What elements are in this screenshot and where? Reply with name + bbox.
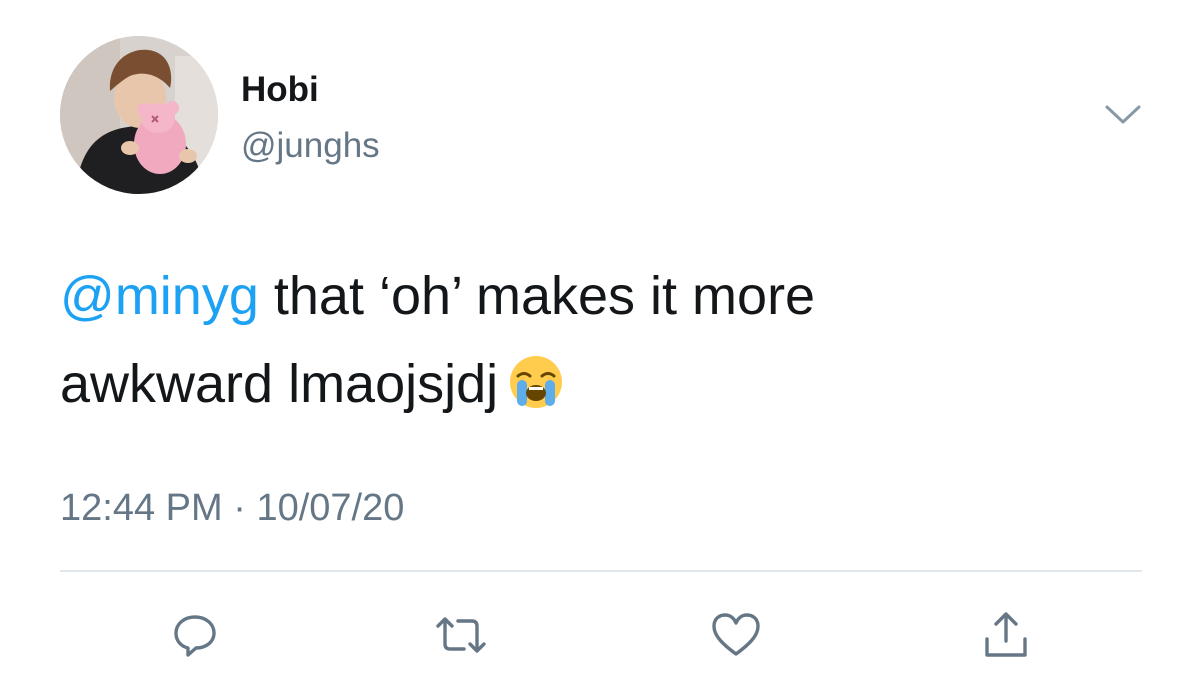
reply-icon bbox=[174, 615, 216, 657]
tweet-text-part-2: awkward lmaojsjdj bbox=[60, 354, 499, 414]
retweet-button[interactable] bbox=[431, 605, 491, 665]
share-button[interactable] bbox=[976, 605, 1036, 665]
tweet-line-1: @minyg that ‘oh’ makes it more bbox=[60, 252, 1140, 340]
avatar[interactable] bbox=[60, 36, 218, 194]
chevron-down-icon[interactable] bbox=[1104, 103, 1142, 127]
loudly-crying-face-icon bbox=[508, 348, 564, 408]
meta-separator: · bbox=[222, 487, 257, 529]
reply-button[interactable] bbox=[165, 605, 225, 665]
retweet-icon bbox=[436, 617, 486, 653]
tweet-text: @minyg that ‘oh’ makes it more awkward l… bbox=[60, 252, 1140, 428]
like-button[interactable] bbox=[706, 605, 766, 665]
like-icon bbox=[712, 613, 760, 656]
divider bbox=[60, 570, 1142, 572]
tweet-timestamp[interactable]: 12:44 PM · 10/07/20 bbox=[60, 485, 404, 531]
tweet-line-2: awkward lmaojsjdj bbox=[60, 340, 1140, 428]
user-handle[interactable]: @junghs bbox=[241, 126, 380, 166]
tweet-text-part-1: that ‘oh’ makes it more bbox=[258, 266, 816, 326]
share-icon bbox=[985, 612, 1027, 657]
tweet-time: 12:44 PM bbox=[60, 487, 223, 529]
display-name[interactable]: Hobi bbox=[241, 70, 319, 110]
tweet-date: 10/07/20 bbox=[256, 487, 405, 529]
mention-link[interactable]: @minyg bbox=[60, 266, 259, 326]
